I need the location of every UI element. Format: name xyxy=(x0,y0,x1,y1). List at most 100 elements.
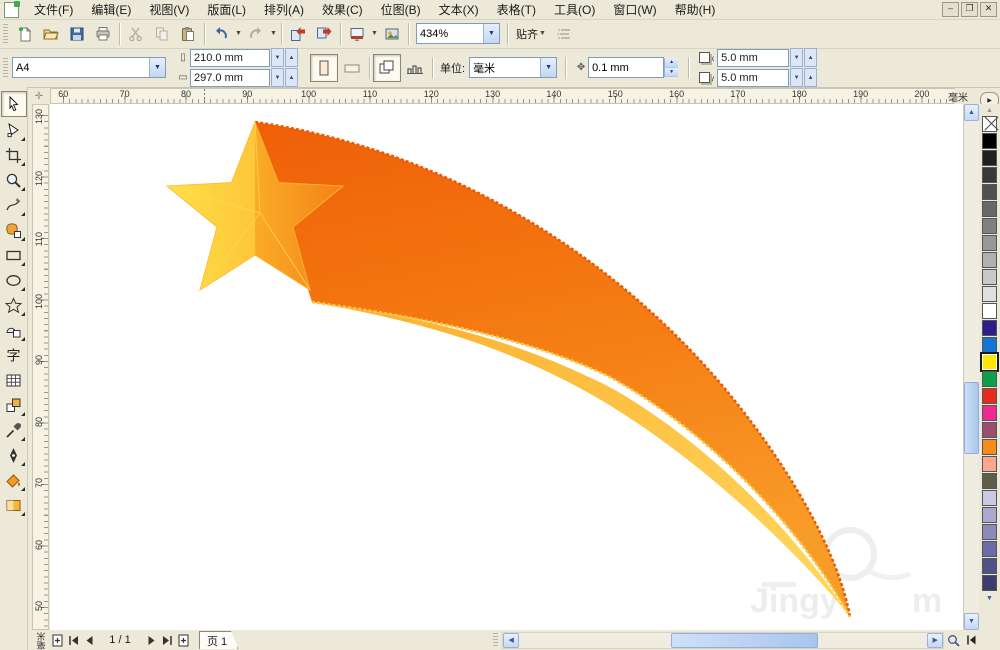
copy-button[interactable] xyxy=(149,21,175,47)
blend-tool[interactable] xyxy=(2,393,26,417)
ellipse-tool[interactable] xyxy=(2,268,26,292)
open-button[interactable] xyxy=(38,21,64,47)
height-spinner[interactable]: ▼▲ xyxy=(270,68,298,87)
duplicate-x-field[interactable]: 5.0 mm xyxy=(717,49,789,67)
units-combo[interactable]: ▼ xyxy=(469,57,557,78)
horizontal-ruler[interactable]: 6070809010011012013014015016017018019020… xyxy=(50,88,955,104)
freehand-tool[interactable] xyxy=(2,193,26,217)
menu-item-5[interactable]: 排列(A) xyxy=(255,0,313,20)
palette-scroll-up-icon[interactable]: ▲ xyxy=(981,104,998,116)
menu-item-2[interactable]: 编辑(E) xyxy=(82,0,140,20)
color-swatch[interactable] xyxy=(982,524,997,540)
color-swatch[interactable] xyxy=(982,303,997,319)
text-tool[interactable]: 字 xyxy=(2,343,26,367)
undo-button[interactable] xyxy=(208,21,234,47)
color-swatch[interactable] xyxy=(982,286,997,302)
color-swatch[interactable] xyxy=(982,456,997,472)
landscape-button[interactable] xyxy=(338,54,366,82)
color-swatch[interactable] xyxy=(982,575,997,591)
rectangle-tool[interactable] xyxy=(2,243,26,267)
page-preset-combo[interactable]: ▼ xyxy=(12,57,166,78)
nudge-spinner[interactable]: ▲▼ xyxy=(664,58,678,77)
menu-item-1[interactable]: 文件(F) xyxy=(25,0,82,20)
options-button[interactable] xyxy=(552,21,578,47)
shape-tool[interactable] xyxy=(2,118,26,142)
table-tool[interactable] xyxy=(2,368,26,392)
menu-item-10[interactable]: 工具(O) xyxy=(545,0,604,20)
color-swatch[interactable] xyxy=(982,473,997,489)
menu-item-3[interactable]: 视图(V) xyxy=(140,0,198,20)
zoom-levels-combo[interactable]: ▼ xyxy=(416,23,500,44)
vertical-scrollbar[interactable]: ▲ ▼ xyxy=(963,104,979,630)
drawing-canvas[interactable]: Jingy m xyxy=(50,104,963,630)
toolbar-grip[interactable] xyxy=(3,24,8,44)
menu-item-9[interactable]: 表格(T) xyxy=(488,0,545,20)
close-button[interactable]: ✕ xyxy=(980,2,997,17)
chevron-down-icon[interactable]: ▼ xyxy=(149,58,165,77)
nudge-offset-field[interactable] xyxy=(588,57,664,78)
color-swatch[interactable] xyxy=(982,405,997,421)
menu-item-8[interactable]: 文本(X) xyxy=(430,0,488,20)
duplicate-y-spinner[interactable]: ▼▲ xyxy=(789,68,817,87)
color-swatch[interactable] xyxy=(982,184,997,200)
previous-page-button[interactable] xyxy=(81,632,97,648)
vertical-scroll-thumb[interactable] xyxy=(964,382,979,454)
fill-tool[interactable] xyxy=(2,468,26,492)
all-pages-button[interactable] xyxy=(373,54,401,82)
color-swatch[interactable] xyxy=(982,252,997,268)
width-spinner[interactable]: ▼▲ xyxy=(270,48,298,67)
scroll-right-icon[interactable]: ▶ xyxy=(927,633,943,648)
menu-item-11[interactable]: 窗口(W) xyxy=(604,0,665,20)
units-input[interactable] xyxy=(470,62,540,74)
color-swatch[interactable] xyxy=(982,150,997,166)
color-swatch[interactable] xyxy=(982,439,997,455)
page-tab[interactable]: 页 1 xyxy=(199,631,238,649)
color-swatch[interactable] xyxy=(982,337,997,353)
duplicate-y-field[interactable]: 5.0 mm xyxy=(717,69,789,87)
menu-item-7[interactable]: 位图(B) xyxy=(372,0,430,20)
color-swatch[interactable] xyxy=(982,507,997,523)
page-preset-input[interactable] xyxy=(13,62,149,74)
color-swatch[interactable] xyxy=(982,201,997,217)
no-color-swatch[interactable] xyxy=(982,116,997,132)
export-button[interactable] xyxy=(311,21,337,47)
chevron-down-icon[interactable]: ▼ xyxy=(370,22,379,46)
paste-button[interactable] xyxy=(175,21,201,47)
navigator-icon[interactable] xyxy=(944,632,962,648)
propbar-grip[interactable] xyxy=(3,58,8,78)
horizontal-scroll-thumb[interactable] xyxy=(671,633,818,648)
current-page-button[interactable] xyxy=(401,54,429,82)
scroll-up-icon[interactable]: ▲ xyxy=(964,104,979,121)
welcome-screen-button[interactable] xyxy=(379,21,405,47)
color-swatch[interactable] xyxy=(982,354,997,370)
color-swatch[interactable] xyxy=(982,388,997,404)
smart-fill-tool[interactable] xyxy=(2,218,26,242)
page-height-field[interactable]: 297.0 mm xyxy=(190,69,270,87)
snap-to-dropdown[interactable]: 贴齐 ▼ xyxy=(511,22,552,46)
eyedropper-tool[interactable] xyxy=(2,418,26,442)
chevron-down-icon[interactable]: ▼ xyxy=(540,58,556,77)
add-page-end-button[interactable] xyxy=(175,632,191,648)
redo-button[interactable] xyxy=(243,21,269,47)
color-swatch[interactable] xyxy=(982,422,997,438)
color-swatch[interactable] xyxy=(982,167,997,183)
chevron-down-icon[interactable]: ▼ xyxy=(538,22,547,46)
menu-item-12[interactable]: 帮助(H) xyxy=(666,0,725,20)
new-button[interactable] xyxy=(12,21,38,47)
color-swatch[interactable] xyxy=(982,541,997,557)
scroll-left-icon[interactable]: ◀ xyxy=(503,633,519,648)
pick-tool[interactable] xyxy=(1,91,27,117)
vertical-ruler[interactable]: 1301201101009080706050 xyxy=(32,104,49,630)
duplicate-x-spinner[interactable]: ▼▲ xyxy=(789,48,817,67)
color-swatch[interactable] xyxy=(982,133,997,149)
scrollbar-grip[interactable] xyxy=(493,633,498,647)
color-swatch[interactable] xyxy=(982,558,997,574)
page-width-field[interactable]: 210.0 mm xyxy=(190,49,270,67)
palette-scroll-down-icon[interactable]: ▼ xyxy=(981,592,998,604)
chevron-down-icon[interactable]: ▼ xyxy=(483,24,499,43)
basic-shapes-tool[interactable] xyxy=(2,318,26,342)
chevron-down-icon[interactable]: ▼ xyxy=(234,22,243,46)
comet-tail[interactable] xyxy=(255,122,850,617)
color-swatch[interactable] xyxy=(982,320,997,336)
palette-expand-icon[interactable] xyxy=(962,632,980,648)
